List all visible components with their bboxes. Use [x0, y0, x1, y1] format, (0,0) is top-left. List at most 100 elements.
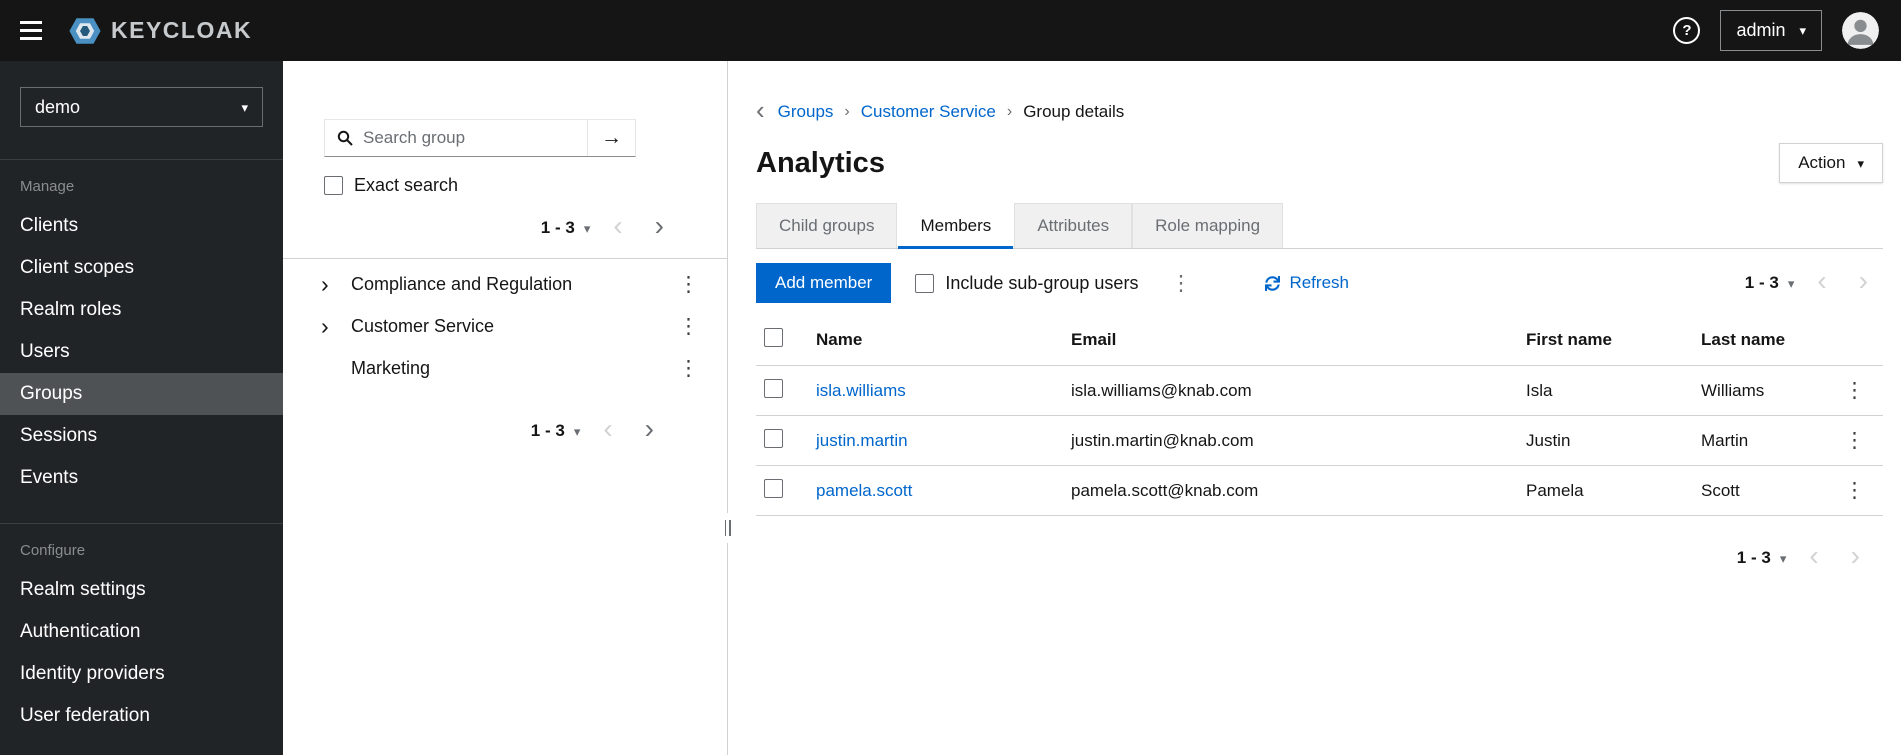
caret-down-icon: ▾ — [241, 99, 248, 115]
keycloak-logo-text: KEYCLOAK — [111, 17, 253, 43]
chevron-right-icon[interactable]: › — [321, 272, 347, 296]
pagination-range-toggle[interactable]: 1 - 3 ▾ — [525, 417, 587, 445]
kebab-menu-button[interactable]: ⋮ — [670, 314, 707, 339]
tabs: Child groups Members Attributes Role map… — [756, 203, 1883, 249]
breadcrumb-customer-service-link[interactable]: Customer Service — [861, 102, 996, 122]
pagination-range-toggle[interactable]: 1 - 3 ▾ — [535, 214, 597, 242]
group-name[interactable]: Compliance and Regulation — [351, 274, 670, 295]
user-menu-dropdown[interactable]: admin ▾ — [1720, 10, 1822, 51]
breadcrumb-groups-link[interactable]: Groups — [778, 102, 834, 122]
pagination-prev-button[interactable]: ‹ — [598, 212, 637, 244]
row-checkbox[interactable] — [764, 378, 783, 398]
pagination-range-toggle[interactable]: 1 - 3 ▾ — [1739, 269, 1801, 297]
groups-tree-panel: → Exact search 1 - 3 ▾ ‹ › › Compliance … — [283, 61, 733, 755]
avatar[interactable] — [1842, 12, 1879, 49]
add-member-button[interactable]: Add member — [756, 263, 892, 303]
keycloak-logo[interactable]: KEYCLOAK — [68, 14, 252, 48]
member-name-link[interactable]: justin.martin — [816, 431, 908, 450]
nav-section-configure-title: Configure — [20, 542, 86, 559]
member-name-link[interactable]: pamela.scott — [816, 481, 912, 500]
chevron-right-icon[interactable]: › — [321, 314, 347, 338]
realm-selector[interactable]: demo ▾ — [20, 87, 263, 127]
members-toolbar: Add member Include sub-group users ⋮ Ref… — [756, 263, 1883, 303]
search-group-input[interactable] — [357, 120, 587, 156]
row-kebab-button[interactable]: ⋮ — [1836, 378, 1873, 403]
row-checkbox[interactable] — [764, 428, 783, 448]
group-tree-item-compliance[interactable]: › Compliance and Regulation ⋮ — [283, 263, 727, 305]
group-tree-item-customer-service[interactable]: › Customer Service ⋮ — [283, 305, 727, 347]
select-all-checkbox[interactable] — [764, 328, 783, 347]
sidebar-item-realm-settings[interactable]: Realm settings — [0, 569, 283, 611]
column-header-last-name: Last name — [1691, 315, 1826, 366]
kebab-menu-button[interactable]: ⋮ — [670, 356, 707, 381]
table-row: pamela.scott pamela.scott@knab.com Pamel… — [756, 465, 1883, 516]
tab-child-groups[interactable]: Child groups — [756, 203, 898, 248]
nav-section-manage-title: Manage — [20, 178, 75, 195]
group-name[interactable]: Customer Service — [351, 316, 670, 337]
sidebar-item-users[interactable]: Users — [0, 331, 283, 373]
members-pagination-bottom: 1 - 3 ▾ ‹ › — [756, 542, 1883, 574]
sidebar-item-identity-providers[interactable]: Identity providers — [0, 653, 283, 695]
table-row: justin.martin justin.martin@knab.com Jus… — [756, 415, 1883, 466]
member-email: justin.martin@knab.com — [1061, 415, 1516, 466]
exact-search-label[interactable]: Exact search — [324, 175, 727, 196]
exact-search-checkbox[interactable] — [324, 176, 343, 195]
pagination-next-button[interactable]: › — [1836, 542, 1875, 574]
sidebar-item-sessions[interactable]: Sessions — [0, 415, 283, 457]
column-header-name: Name — [806, 315, 1061, 366]
pagination-range-toggle[interactable]: 1 - 3 ▾ — [1731, 544, 1793, 572]
pagination-next-button[interactable]: › — [640, 212, 679, 244]
member-first-name: Isla — [1516, 365, 1691, 416]
sidebar-item-groups[interactable]: Groups — [0, 373, 283, 415]
group-search: → — [324, 119, 636, 157]
configure-nav-list: Realm settings Authentication Identity p… — [0, 569, 283, 737]
sidebar-item-user-federation[interactable]: User federation — [0, 695, 283, 737]
row-kebab-button[interactable]: ⋮ — [1836, 478, 1873, 503]
pagination-next-button[interactable]: › — [630, 415, 669, 447]
row-kebab-button[interactable]: ⋮ — [1836, 428, 1873, 453]
tab-attributes[interactable]: Attributes — [1014, 203, 1133, 248]
sidebar-item-client-scopes[interactable]: Client scopes — [0, 247, 283, 289]
include-subgroups-checkbox[interactable] — [915, 273, 935, 293]
include-subgroups-text: Include sub-group users — [945, 272, 1139, 293]
sidebar-item-realm-roles[interactable]: Realm roles — [0, 289, 283, 331]
group-name[interactable]: Marketing — [351, 358, 670, 379]
pagination-range: 1 - 3 — [530, 421, 565, 440]
include-subgroups-label[interactable]: Include sub-group users — [915, 273, 1138, 294]
table-row: isla.williams isla.williams@knab.com Isl… — [756, 365, 1883, 416]
member-name-link[interactable]: isla.williams — [816, 381, 906, 400]
caret-down-icon: ▾ — [1787, 275, 1795, 291]
tab-members[interactable]: Members — [897, 203, 1015, 249]
group-tree-item-marketing[interactable]: Marketing ⋮ — [283, 347, 727, 389]
sidebar-item-clients[interactable]: Clients — [0, 205, 283, 247]
pagination-prev-button[interactable]: ‹ — [1802, 267, 1841, 299]
tab-role-mapping[interactable]: Role mapping — [1132, 203, 1284, 248]
pagination-prev-button[interactable]: ‹ — [588, 415, 627, 447]
user-menu-label: admin — [1736, 20, 1786, 40]
sidebar-item-authentication[interactable]: Authentication — [0, 611, 283, 653]
caret-down-icon: ▾ — [1857, 155, 1864, 171]
help-icon[interactable]: ? — [1673, 17, 1701, 44]
breadcrumb-separator-icon: › — [1006, 103, 1013, 120]
row-checkbox[interactable] — [764, 478, 783, 498]
manage-nav-list: Clients Client scopes Realm roles Users … — [0, 205, 283, 499]
page-body: demo ▾ Manage Clients Client scopes Real… — [0, 61, 1901, 755]
member-last-name: Williams — [1691, 365, 1826, 416]
collapse-panel-icon[interactable]: ‹ — [756, 97, 765, 127]
search-icon — [325, 120, 357, 156]
panel-resize-handle[interactable] — [722, 513, 733, 543]
sidebar-item-events[interactable]: Events — [0, 457, 283, 499]
page-title: Analytics — [756, 146, 885, 179]
breadcrumb-row: ‹ Groups › Customer Service › Group deta… — [756, 97, 1883, 127]
pagination-prev-button[interactable]: ‹ — [1794, 542, 1833, 574]
toolbar-kebab-button[interactable]: ⋮ — [1162, 271, 1199, 296]
caret-down-icon: ▾ — [1779, 550, 1787, 566]
kebab-menu-button[interactable]: ⋮ — [670, 272, 707, 297]
caret-down-icon: ▾ — [1799, 23, 1806, 38]
hamburger-menu-button[interactable] — [0, 0, 62, 61]
action-dropdown-button[interactable]: Action ▾ — [1779, 143, 1883, 183]
member-email: isla.williams@knab.com — [1061, 365, 1516, 416]
pagination-next-button[interactable]: › — [1844, 267, 1883, 299]
search-submit-button[interactable]: → — [587, 120, 635, 156]
refresh-button[interactable]: Refresh — [1265, 273, 1349, 293]
